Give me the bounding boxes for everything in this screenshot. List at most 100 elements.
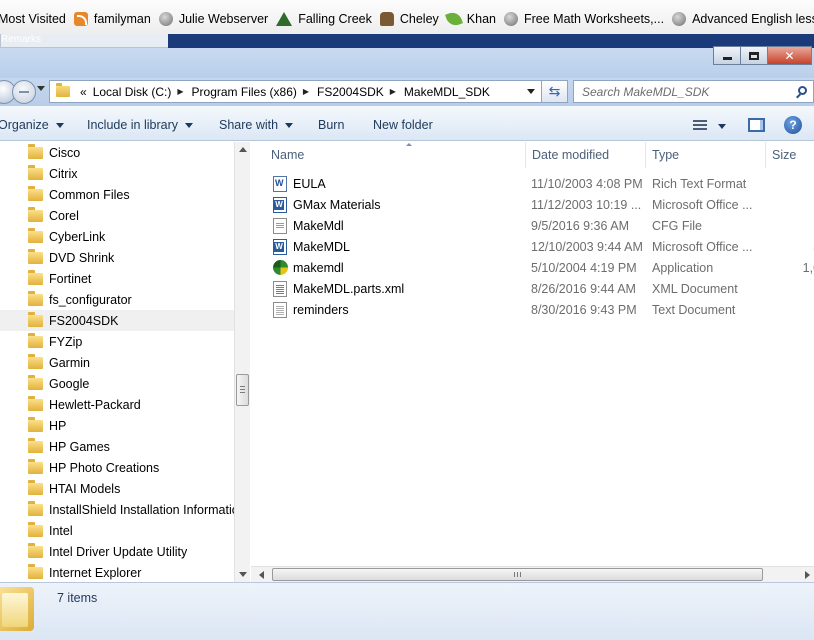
nav-folder-label: HP [49,418,67,433]
column-header-size[interactable]: Size [766,142,814,168]
refresh-button[interactable]: ⇆ [542,80,568,103]
nav-folder-label: FS2004SDK [49,313,119,328]
nav-folder-item[interactable]: Garmin [0,352,234,373]
breadcrumb-separator-icon[interactable]: ▶ [303,87,309,96]
preview-pane-icon[interactable] [748,118,765,132]
file-list-scrollbar[interactable] [251,566,814,582]
nav-folder-item[interactable]: CyberLink [0,226,234,247]
column-date-label: Date modified [532,148,610,162]
file-name: makemdl [293,261,344,275]
file-name: MakeMDL [293,240,350,254]
nav-folder-label: FYZip [49,334,83,349]
recent-pages-dropdown[interactable] [37,86,45,91]
maximize-icon [749,51,759,60]
file-row[interactable]: MakeMDL.parts.xml 8/26/2016 9:44 AM XML Do… [265,278,814,299]
breadcrumb-fs2004sdk[interactable]: FS2004SDK [317,85,384,99]
nav-folder-item[interactable]: Intel Driver Update Utility [0,541,234,562]
search-input[interactable]: Search MakeMDL_SDK [573,80,814,103]
breadcrumb-local-disk[interactable]: Local Disk (C:) [93,85,172,99]
bookmark-label: Falling Creek [298,11,372,26]
bookmark-item[interactable]: Advanced English less... [672,0,814,37]
nav-folder-item[interactable]: HTAI Models [0,478,234,499]
burn-button[interactable]: Burn [318,118,344,132]
forward-button[interactable] [12,80,36,104]
nav-folder-label: HTAI Models [49,481,121,496]
nav-folder-item[interactable]: Citrix [0,163,234,184]
column-header-name[interactable]: Name [265,142,526,168]
nav-folder-item[interactable]: Internet Explorer [0,562,234,583]
breadcrumb-makemdl-sdk[interactable]: MakeMDL_SDK [404,85,490,99]
file-type: Application [652,261,714,275]
scroll-down-icon[interactable] [239,572,247,577]
nav-folder-label: Cisco [49,145,81,160]
nav-folder-item[interactable]: Fortinet [0,268,234,289]
nav-folder-item[interactable]: HP Games [0,436,234,457]
address-dropdown-icon[interactable] [527,89,535,94]
nav-folder-item[interactable]: Hewlett-Packard [0,394,234,415]
bookmark-item[interactable]: Julie Webserver [158,0,268,37]
file-row[interactable]: GMax Materials 11/12/2003 10:19 ... Micros… [265,194,814,215]
breadcrumb-separator-icon[interactable]: ▶ [390,87,396,96]
file-date-modified: 11/12/2003 10:19 ... [531,198,642,212]
file-row[interactable]: MakeMdl 9/5/2016 9:36 AM CFG File [265,215,814,236]
nav-folder-item[interactable]: Corel [0,205,234,226]
file-row[interactable]: MakeMDL 12/10/2003 9:44 AM Microsoft Offic… [265,236,814,257]
file-row[interactable]: EULA 11/10/2003 4:08 PM Rich Text Format 1 [265,173,814,194]
nav-folder-item[interactable]: FS2004SDK [0,310,234,331]
address-bar[interactable]: « Local Disk (C:) ▶ Program Files (x86) … [49,80,542,103]
bookmark-item[interactable]: Most Visited [0,0,66,37]
close-button[interactable]: ✕ [767,46,812,65]
organize-label: Organize [0,118,49,132]
bookmark-item[interactable]: Falling Creek [276,0,372,37]
breadcrumb-separator-icon[interactable]: ▶ [177,87,183,96]
nav-folder-item[interactable]: Cisco [0,142,234,163]
organize-button[interactable]: Organize [0,118,64,132]
nav-folder-item[interactable]: Common Files [0,184,234,205]
bookmark-item[interactable]: Free Math Worksheets,... [503,0,664,37]
column-header-type[interactable]: Type [646,142,766,168]
scroll-up-icon[interactable] [239,147,247,152]
view-options-dropdown[interactable] [718,124,726,129]
maximize-button[interactable] [740,46,768,65]
file-type: Text Document [652,303,736,317]
change-view-icon[interactable] [693,120,707,130]
help-icon[interactable]: ? [784,116,802,134]
command-bar: Organize Include in library Share with B… [0,106,814,141]
file-type: CFG File [652,219,702,233]
nav-folder-item[interactable]: DVD Shrink [0,247,234,268]
nav-folder-item[interactable]: HP [0,415,234,436]
scroll-right-icon[interactable] [805,571,810,579]
file-row[interactable]: makemdl 5/10/2004 4:19 PM Application 1,00 [265,257,814,278]
new-folder-button[interactable]: New folder [373,118,433,132]
scrollbar-thumb[interactable] [236,374,249,406]
nav-folder-item[interactable]: InstallShield Installation Information [0,499,234,520]
include-in-library-button[interactable]: Include in library [87,118,194,132]
share-with-button[interactable]: Share with [219,118,294,132]
folder-icon [28,332,43,348]
bookmark-item[interactable]: Cheley [379,0,439,37]
scroll-left-icon[interactable] [259,571,264,579]
address-overflow-chevron[interactable]: « [80,85,87,99]
search-icon[interactable] [798,86,807,95]
scrollbar-thumb[interactable] [272,568,763,581]
nav-folder-item[interactable]: Intel [0,520,234,541]
nav-folder-item[interactable]: Google [0,373,234,394]
folder-icon [28,164,43,180]
file-name: reminders [293,303,349,317]
navigation-pane-scrollbar[interactable] [234,142,250,582]
bookmark-item[interactable]: familyman [73,0,151,37]
nav-folder-item[interactable]: fs_configurator [0,289,234,310]
nav-folder-item[interactable]: HP Photo Creations [0,457,234,478]
folder-icon [28,500,43,516]
nav-folder-item[interactable]: FYZip [0,331,234,352]
bookmark-item[interactable]: Khan [444,0,496,37]
chevron-down-icon [185,122,194,128]
breadcrumb-program-files[interactable]: Program Files (x86) [192,85,297,99]
nav-folder-label: HP Games [49,439,110,454]
minimize-button[interactable] [713,46,741,65]
file-date-modified: 9/5/2016 9:36 AM [531,219,629,233]
column-header-date-modified[interactable]: Date modified [526,142,646,168]
nav-folder-label: Garmin [49,355,90,370]
file-row[interactable]: reminders 8/30/2016 9:43 PM Text Document [265,299,814,320]
background-window-tab[interactable]: Remarks [0,34,170,48]
